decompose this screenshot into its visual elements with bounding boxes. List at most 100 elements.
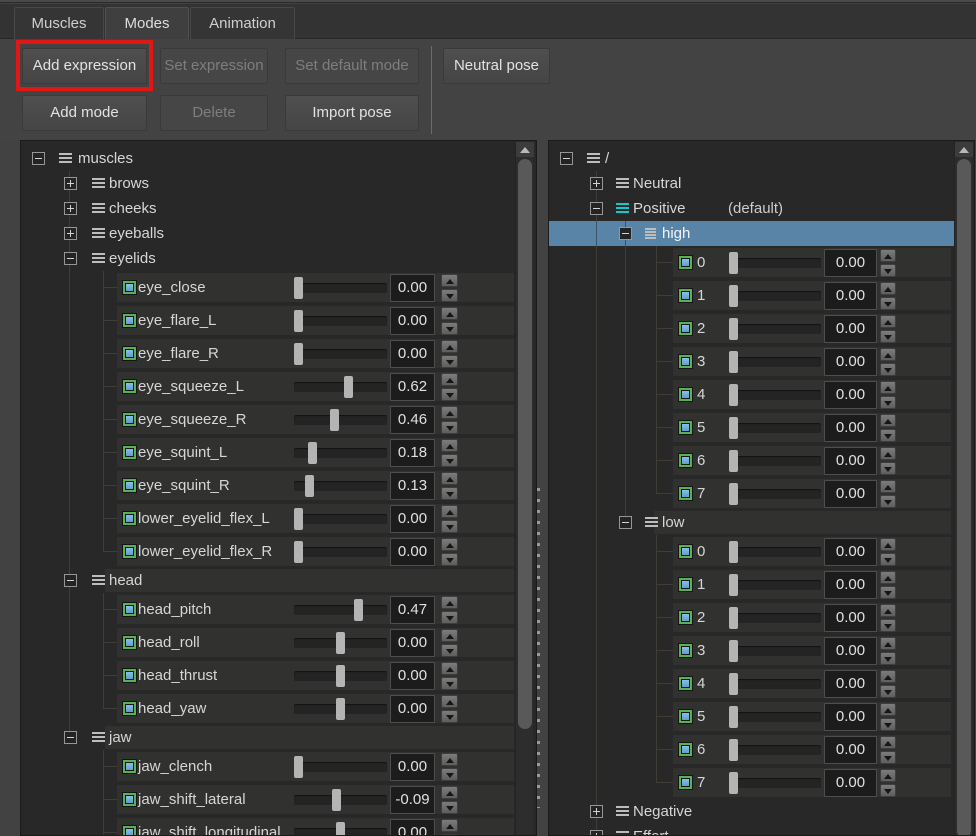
spin-down-button[interactable] <box>441 388 458 401</box>
spin-up-button[interactable] <box>441 662 458 675</box>
slider-track[interactable] <box>729 258 821 268</box>
spin-down-button[interactable] <box>441 322 458 335</box>
slider-track[interactable] <box>729 745 821 755</box>
spin-up-button[interactable] <box>441 340 458 353</box>
spin-up-button[interactable] <box>880 571 896 584</box>
tree-row-0[interactable]: 00.00 <box>549 246 974 279</box>
value-spinbox[interactable]: 0.18 <box>390 439 435 467</box>
tree-row-lower_eyelid_flex_R[interactable]: lower_eyelid_flex_R0.00 <box>21 535 536 568</box>
value-spinbox[interactable]: 0.00 <box>390 662 435 690</box>
value-spinbox[interactable]: 0.00 <box>390 307 435 335</box>
tree-row-cheeks[interactable]: cheeks <box>21 196 536 221</box>
spin-up-button[interactable] <box>880 769 896 782</box>
spin-down-button[interactable] <box>880 396 896 409</box>
slider-track[interactable] <box>294 762 387 772</box>
spin-up-button[interactable] <box>441 472 458 485</box>
slider-track[interactable] <box>729 613 821 623</box>
muscle-checkbox-icon[interactable] <box>679 545 692 558</box>
slider-track[interactable] <box>729 679 821 689</box>
spin-up-button[interactable] <box>880 348 896 361</box>
spin-up-button[interactable] <box>880 670 896 683</box>
spin-up-button[interactable] <box>441 786 458 799</box>
value-spinbox[interactable]: 0.00 <box>824 703 877 731</box>
value-spinbox[interactable]: 0.13 <box>390 472 435 500</box>
spin-down-button[interactable] <box>880 718 896 731</box>
expand-icon[interactable] <box>590 830 603 836</box>
slider-track[interactable] <box>729 291 821 301</box>
muscle-checkbox-icon[interactable] <box>679 644 692 657</box>
expand-icon[interactable] <box>64 227 77 240</box>
muscle-checkbox-icon[interactable] <box>679 454 692 467</box>
muscle-checkbox-icon[interactable] <box>679 355 692 368</box>
spin-up-button[interactable] <box>441 753 458 766</box>
value-spinbox[interactable]: 0.00 <box>390 819 435 836</box>
spin-up-button[interactable] <box>880 703 896 716</box>
value-spinbox[interactable]: 0.00 <box>824 637 877 665</box>
spin-up-button[interactable] <box>880 604 896 617</box>
slider-thumb[interactable] <box>729 417 738 439</box>
muscle-checkbox-icon[interactable] <box>123 636 136 649</box>
expand-icon[interactable] <box>590 177 603 190</box>
tree-row-jaw_shift_longitudinal[interactable]: jaw_shift_longitudinal0.00 <box>21 816 536 836</box>
tree-row-1[interactable]: 10.00 <box>549 279 974 312</box>
tree-row-eye_flare_L[interactable]: eye_flare_L0.00 <box>21 304 536 337</box>
tree-row-eye_squeeze_R[interactable]: eye_squeeze_R0.46 <box>21 403 536 436</box>
muscle-checkbox-icon[interactable] <box>123 512 136 525</box>
slider-thumb[interactable] <box>336 822 345 836</box>
spin-up-button[interactable] <box>880 282 896 295</box>
value-spinbox[interactable]: 0.00 <box>824 538 877 566</box>
spin-down-button[interactable] <box>441 677 458 690</box>
slider-thumb[interactable] <box>729 541 738 563</box>
slider-thumb[interactable] <box>344 376 353 398</box>
value-spinbox[interactable]: 0.00 <box>824 604 877 632</box>
muscle-checkbox-icon[interactable] <box>679 388 692 401</box>
tree-row-6[interactable]: 60.00 <box>549 733 974 766</box>
slider-track[interactable] <box>294 349 387 359</box>
tree-row-6[interactable]: 60.00 <box>549 444 974 477</box>
slider-track[interactable] <box>729 646 821 656</box>
spin-down-button[interactable] <box>441 611 458 624</box>
slider-thumb[interactable] <box>729 640 738 662</box>
slider-thumb[interactable] <box>294 508 303 530</box>
slider-track[interactable] <box>294 514 387 524</box>
tree-row-Positive[interactable]: Positive(default) <box>549 196 974 221</box>
tree-row-head_roll[interactable]: head_roll0.00 <box>21 626 536 659</box>
spin-up-button[interactable] <box>441 274 458 287</box>
spin-up-button[interactable] <box>880 414 896 427</box>
slider-thumb[interactable] <box>729 450 738 472</box>
muscle-checkbox-icon[interactable] <box>123 446 136 459</box>
spin-up-button[interactable] <box>880 249 896 262</box>
muscle-checkbox-icon[interactable] <box>679 322 692 335</box>
slider-thumb[interactable] <box>729 483 738 505</box>
spin-down-button[interactable] <box>880 553 896 566</box>
slider-track[interactable] <box>729 390 821 400</box>
tree-row-eye_squint_R[interactable]: eye_squint_R0.13 <box>21 469 536 502</box>
muscle-checkbox-icon[interactable] <box>679 578 692 591</box>
slider-track[interactable] <box>729 456 821 466</box>
spin-down-button[interactable] <box>441 355 458 368</box>
spin-up-button[interactable] <box>441 307 458 320</box>
expand-icon[interactable] <box>64 177 77 190</box>
slider-thumb[interactable] <box>336 698 345 720</box>
value-spinbox[interactable]: 0.00 <box>824 414 877 442</box>
value-spinbox[interactable]: 0.00 <box>824 736 877 764</box>
value-spinbox[interactable]: 0.00 <box>390 695 435 723</box>
slider-track[interactable] <box>729 580 821 590</box>
spin-up-button[interactable] <box>441 538 458 551</box>
muscle-checkbox-icon[interactable] <box>123 603 136 616</box>
slider-thumb[interactable] <box>729 673 738 695</box>
spin-down-button[interactable] <box>880 586 896 599</box>
value-spinbox[interactable]: 0.00 <box>824 282 877 310</box>
slider-track[interactable] <box>294 415 387 425</box>
spin-up-button[interactable] <box>880 315 896 328</box>
spin-down-button[interactable] <box>441 454 458 467</box>
tree-row-Effort[interactable]: Effort <box>549 824 974 836</box>
slider-track[interactable] <box>729 357 821 367</box>
muscle-checkbox-icon[interactable] <box>679 776 692 789</box>
slider-track[interactable] <box>294 605 387 615</box>
collapse-icon[interactable] <box>560 152 573 165</box>
value-spinbox[interactable]: 0.00 <box>390 629 435 657</box>
tab-muscles[interactable]: Muscles <box>14 7 104 39</box>
spin-up-button[interactable] <box>880 381 896 394</box>
spin-down-button[interactable] <box>441 421 458 434</box>
